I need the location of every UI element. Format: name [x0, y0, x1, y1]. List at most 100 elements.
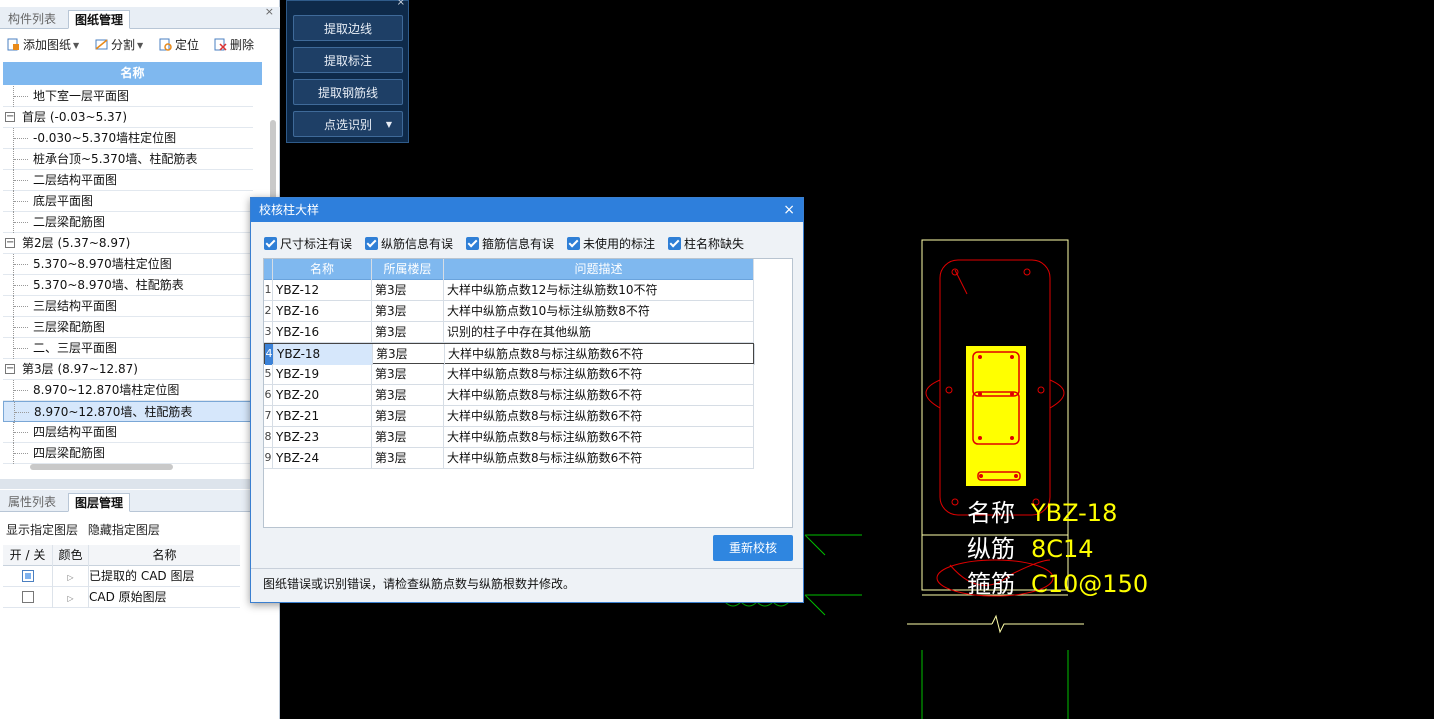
tree-item[interactable]: 二层结构平面图	[3, 170, 253, 191]
checkbox-checked-icon[interactable]	[466, 237, 479, 250]
close-icon[interactable]: ×	[265, 5, 274, 18]
checkbox-checked-icon[interactable]	[668, 237, 681, 250]
tab-property-list[interactable]: 属性列表	[2, 493, 62, 512]
issue-grid: 名称 所属楼层 问题描述 1 YBZ-12 第3层 大样中纵筋点数12与标注纵筋数10…	[263, 258, 793, 528]
extract-annotation-button[interactable]: 提取标注	[293, 47, 403, 73]
layer-row[interactable]: ▷ CAD 原始图层	[3, 587, 240, 608]
tree-header-name: 名称	[3, 62, 262, 85]
check-column-dialog: 校核柱大样 × 尺寸标注有误 纵筋信息有误 箍筋信息有误 未使用的标注 柱名称缺…	[250, 197, 804, 603]
table-row[interactable]: 9 YBZ-24 第3层 大样中纵筋点数8与标注纵筋数6不符	[264, 448, 754, 469]
tree-group[interactable]: − 首层 (-0.03~5.37)	[3, 107, 253, 128]
tree-item-label: 四层结构平面图	[33, 425, 118, 439]
locate-button[interactable]: 定位	[159, 37, 199, 53]
tree-item-label: 底层平面图	[33, 194, 94, 208]
table-row[interactable]: 8 YBZ-23 第3层 大样中纵筋点数8与标注纵筋数6不符	[264, 427, 754, 448]
filter-longitudinal-error[interactable]: 纵筋信息有误	[365, 235, 453, 252]
tree-item-label: 8.970~12.870墙、柱配筋表	[34, 405, 193, 419]
col-name: 名称	[272, 259, 371, 280]
table-row[interactable]: 5 YBZ-19 第3层 大样中纵筋点数8与标注纵筋数6不符	[264, 364, 754, 385]
table-row[interactable]: 1 YBZ-12 第3层 大样中纵筋点数12与标注纵筋数10不符	[264, 280, 754, 301]
tree-item[interactable]: -0.030~5.370墙柱定位图	[3, 128, 253, 149]
layer-name: 已提取的 CAD 图层	[89, 569, 195, 583]
add-drawing-button[interactable]: 添加图纸 ▼	[7, 37, 79, 53]
tree-group[interactable]: − 第3层 (8.97~12.87)	[3, 359, 253, 380]
cell-floor: 第3层	[371, 364, 443, 385]
table-row[interactable]: 3 YBZ-16 第3层 识别的柱子中存在其他纵筋	[264, 322, 754, 343]
tab-drawing-management[interactable]: 图纸管理	[68, 10, 131, 29]
layer-row[interactable]: ▷ 已提取的 CAD 图层	[3, 566, 240, 587]
point-identify-button[interactable]: 点选识别 ▼	[293, 111, 403, 137]
delete-button[interactable]: 删除	[214, 37, 254, 53]
tree-item-label: 8.970~12.870墙柱定位图	[33, 383, 180, 397]
tree-item[interactable]: 桩承台顶~5.370墙、柱配筋表	[3, 149, 253, 170]
tab-component-list[interactable]: 构件列表	[2, 10, 62, 29]
tree-item-label: 第3层 (8.97~12.87)	[22, 362, 138, 376]
tree-item[interactable]: 四层梁配筋图	[3, 443, 253, 464]
close-icon[interactable]: ×	[397, 0, 405, 8]
table-row[interactable]: 2 YBZ-16 第3层 大样中纵筋点数10与标注纵筋数8不符	[264, 301, 754, 322]
table-row[interactable]: 6 YBZ-20 第3层 大样中纵筋点数8与标注纵筋数6不符	[264, 385, 754, 406]
recheck-button[interactable]: 重新校核	[713, 535, 793, 561]
filter-stirrup-error[interactable]: 箍筋信息有误	[466, 235, 554, 252]
highlighted-column[interactable]	[966, 346, 1026, 486]
left-panel: 构件列表 图纸管理 × 添加图纸 ▼ 分割 ▼ 定位 删除 名称 地下室一层平面图 −…	[0, 0, 280, 719]
tree-item-label: 第2层 (5.37~8.97)	[22, 236, 131, 250]
tree-item[interactable]: 三层梁配筋图	[3, 317, 253, 338]
cell-description: 大样中纵筋点数8与标注纵筋数6不符	[443, 448, 754, 469]
layer-toggle-checkbox[interactable]	[21, 570, 34, 582]
tree-item[interactable]: 三层结构平面图	[3, 296, 253, 317]
extract-panel: × 提取边线 提取标注 提取钢筋线 点选识别 ▼	[286, 0, 409, 143]
collapse-icon[interactable]: −	[5, 112, 15, 122]
col-color: 颜色	[53, 545, 89, 566]
tree-item[interactable]: 地下室一层平面图	[3, 86, 253, 107]
row-number: 5	[264, 367, 272, 380]
tree-item[interactable]: 二、三层平面图	[3, 338, 253, 359]
tree-item-label: 三层梁配筋图	[33, 320, 106, 334]
checkbox-checked-icon[interactable]	[264, 237, 277, 250]
extract-edge-button[interactable]: 提取边线	[293, 15, 403, 41]
cell-floor: 第3层	[371, 427, 443, 448]
rebar-point	[979, 474, 983, 478]
filter-unused-annotation[interactable]: 未使用的标注	[567, 235, 655, 252]
extract-rebar-line-button[interactable]: 提取钢筋线	[293, 79, 403, 105]
cell-description: 大样中纵筋点数10与标注纵筋数8不符	[443, 301, 754, 322]
panel-separator[interactable]	[0, 479, 280, 489]
close-icon[interactable]: ×	[783, 198, 795, 222]
split-label: 分割	[111, 38, 136, 52]
tree-item[interactable]: 底层平面图	[3, 191, 253, 212]
collapse-icon[interactable]: −	[5, 238, 15, 248]
checkbox-checked-icon[interactable]	[567, 237, 580, 250]
cell-floor: 第3层	[371, 322, 443, 343]
tab-layer-management[interactable]: 图层管理	[68, 493, 131, 512]
tree-item[interactable]: 8.970~12.870墙、柱配筋表	[3, 401, 253, 423]
layer-table: 开 / 关 颜色 名称 ▷ 已提取的 CAD 图层 ▷ CAD 原始图层	[3, 545, 240, 608]
collapse-icon[interactable]: −	[5, 364, 15, 374]
tree-item[interactable]: 四层结构平面图	[3, 422, 253, 443]
hide-layer-button[interactable]: 隐藏指定图层	[88, 523, 160, 537]
chevron-down-icon[interactable]: ▼	[386, 112, 392, 138]
tree-item-label: 二层结构平面图	[33, 173, 118, 187]
triangle-right-icon: ▷	[67, 573, 74, 582]
table-row[interactable]: 7 YBZ-21 第3层 大样中纵筋点数8与标注纵筋数6不符	[264, 406, 754, 427]
tree-item[interactable]: 5.370~8.970墙柱定位图	[3, 254, 253, 275]
cell-description: 大样中纵筋点数8与标注纵筋数6不符	[444, 344, 755, 365]
cell-floor: 第3层	[371, 280, 443, 301]
layer-toggle-checkbox[interactable]	[21, 591, 34, 603]
split-button[interactable]: 分割 ▼	[95, 37, 143, 53]
triangle-right-icon: ▷	[67, 594, 74, 603]
dialog-titlebar[interactable]: 校核柱大样 ×	[251, 198, 803, 222]
cell-name: YBZ-20	[272, 385, 371, 406]
tree-horizontal-scrollbar[interactable]	[30, 464, 173, 470]
bottom-tabbar: 属性列表 图层管理	[0, 490, 280, 512]
checkbox-checked-icon[interactable]	[365, 237, 378, 250]
show-layer-button[interactable]: 显示指定图层	[6, 523, 78, 537]
filter-dimension-error[interactable]: 尺寸标注有误	[264, 235, 352, 252]
tree-item[interactable]: 二层梁配筋图	[3, 212, 253, 233]
tree-item[interactable]: 8.970~12.870墙柱定位图	[3, 380, 253, 401]
row-number: 9	[264, 451, 272, 464]
tree-group[interactable]: − 第2层 (5.37~8.97)	[3, 233, 253, 254]
tree-item[interactable]: 5.370~8.970墙、柱配筋表	[3, 275, 253, 296]
filter-missing-name[interactable]: 柱名称缺失	[668, 235, 744, 252]
row-number: 4	[265, 344, 273, 365]
table-row[interactable]: 4 YBZ-18 第3层 大样中纵筋点数8与标注纵筋数6不符	[264, 343, 755, 365]
